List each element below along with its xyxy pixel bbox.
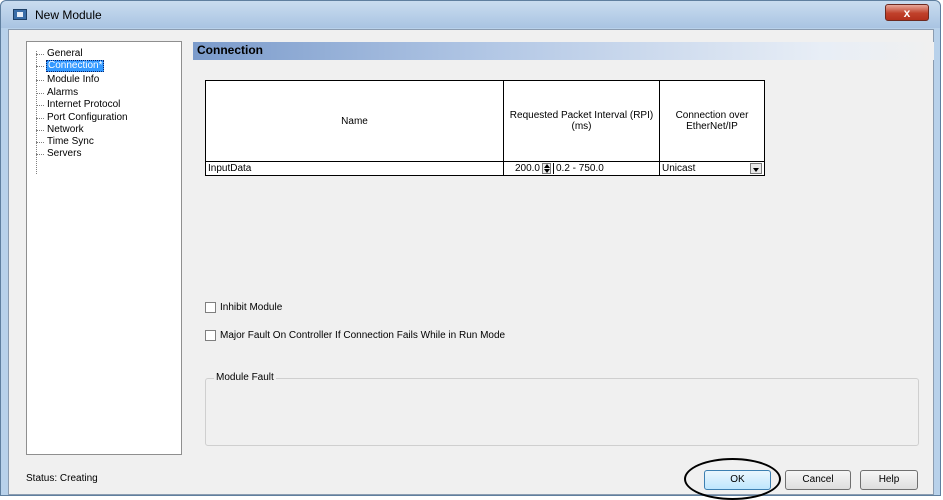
category-tree: General Connection* Module Info Alarms I… bbox=[26, 41, 182, 455]
cancel-button[interactable]: Cancel bbox=[785, 470, 851, 490]
tree-item-label: Alarms bbox=[47, 87, 79, 98]
tree-item-label: Port Configuration bbox=[47, 112, 128, 123]
module-fault-group: Module Fault bbox=[205, 372, 919, 446]
rpi-spinner-icon[interactable] bbox=[542, 163, 551, 174]
table-header-row: Name Requested Packet Interval (RPI) (ms… bbox=[205, 80, 765, 162]
column-header-connection: Connection over EtherNet/IP bbox=[659, 80, 765, 162]
column-header-rpi: Requested Packet Interval (RPI) (ms) bbox=[503, 80, 660, 162]
column-header-name: Name bbox=[205, 80, 504, 162]
window-title: New Module bbox=[35, 8, 102, 22]
inhibit-module-option[interactable]: Inhibit Module bbox=[205, 302, 282, 313]
connection-table: Name Requested Packet Interval (RPI) (ms… bbox=[205, 80, 765, 176]
help-button[interactable]: Help bbox=[860, 470, 918, 490]
tree-item-label: Internet Protocol bbox=[47, 99, 121, 110]
section-title: Connection bbox=[197, 43, 263, 57]
title-bar[interactable]: New Module x bbox=[1, 1, 940, 28]
tree-connector-line bbox=[36, 51, 37, 174]
tree-item-label: Network bbox=[47, 124, 84, 135]
window-icon bbox=[13, 9, 27, 20]
cell-connection[interactable]: Unicast bbox=[659, 161, 765, 176]
tree-item-label: Module Info bbox=[47, 74, 100, 85]
major-fault-checkbox[interactable] bbox=[205, 330, 216, 341]
tree-item-label: Connection* bbox=[46, 60, 105, 72]
table-row: InputData 200.0 0.2 - 750.0 Unicast bbox=[205, 161, 765, 176]
connection-type-select[interactable]: Unicast bbox=[662, 163, 695, 174]
module-fault-label: Module Fault bbox=[214, 372, 276, 383]
ok-button[interactable]: OK bbox=[704, 470, 771, 490]
major-fault-option[interactable]: Major Fault On Controller If Connection … bbox=[205, 330, 505, 341]
cell-rpi[interactable]: 200.0 0.2 - 750.0 bbox=[503, 161, 660, 176]
status-text: Status: Creating bbox=[26, 473, 98, 484]
tree-item-label: Servers bbox=[47, 148, 82, 159]
section-header: Connection bbox=[193, 42, 934, 60]
dropdown-arrow-icon[interactable] bbox=[750, 163, 762, 174]
tree-item-label: General bbox=[47, 48, 83, 59]
inhibit-module-checkbox[interactable] bbox=[205, 302, 216, 313]
inhibit-module-label: Inhibit Module bbox=[220, 302, 283, 313]
major-fault-label: Major Fault On Controller If Connection … bbox=[220, 330, 506, 341]
rpi-value-input[interactable]: 200.0 bbox=[506, 163, 540, 174]
cell-name: InputData bbox=[205, 161, 504, 176]
tree-item-label: Time Sync bbox=[47, 136, 94, 147]
close-button[interactable]: x bbox=[885, 4, 929, 21]
rpi-range-text: 0.2 - 750.0 bbox=[553, 163, 604, 174]
